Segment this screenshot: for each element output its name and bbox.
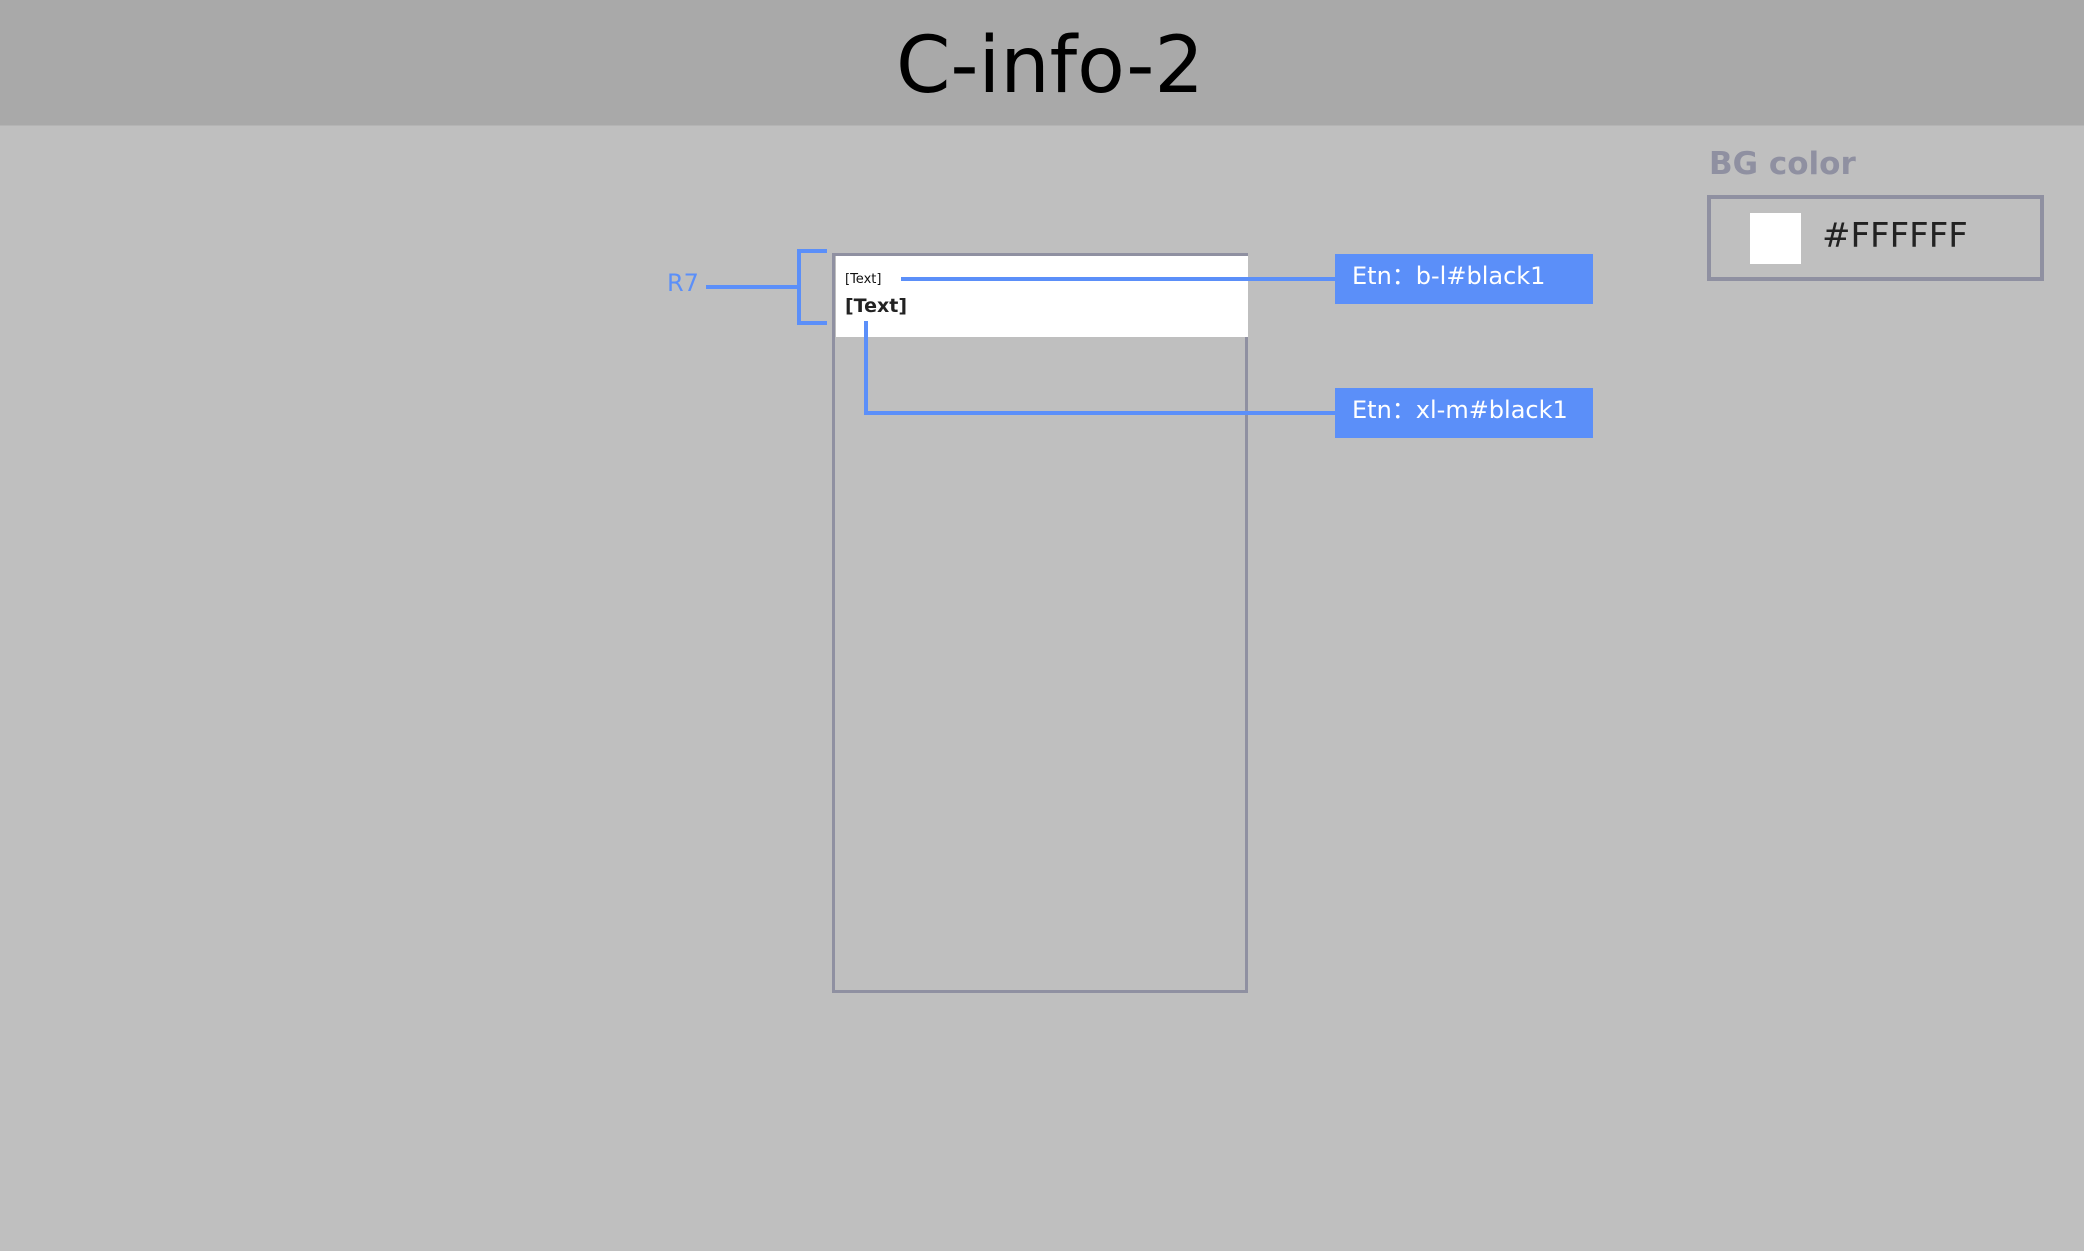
r7-bracket xyxy=(797,249,827,325)
bg-color-value: #FFFFFF xyxy=(1822,216,1968,256)
bg-color-swatch xyxy=(1750,213,1801,264)
small-text-style-label: Etn：b-l#black1 xyxy=(1335,254,1593,304)
annotation-lines xyxy=(706,249,1336,415)
large-text-connector xyxy=(864,321,1336,415)
large-text-style-label: Etn：xl-m#black1 xyxy=(1335,388,1593,438)
bg-color-title: BG color xyxy=(1709,146,1856,182)
bracket-label: R7 xyxy=(667,269,699,297)
